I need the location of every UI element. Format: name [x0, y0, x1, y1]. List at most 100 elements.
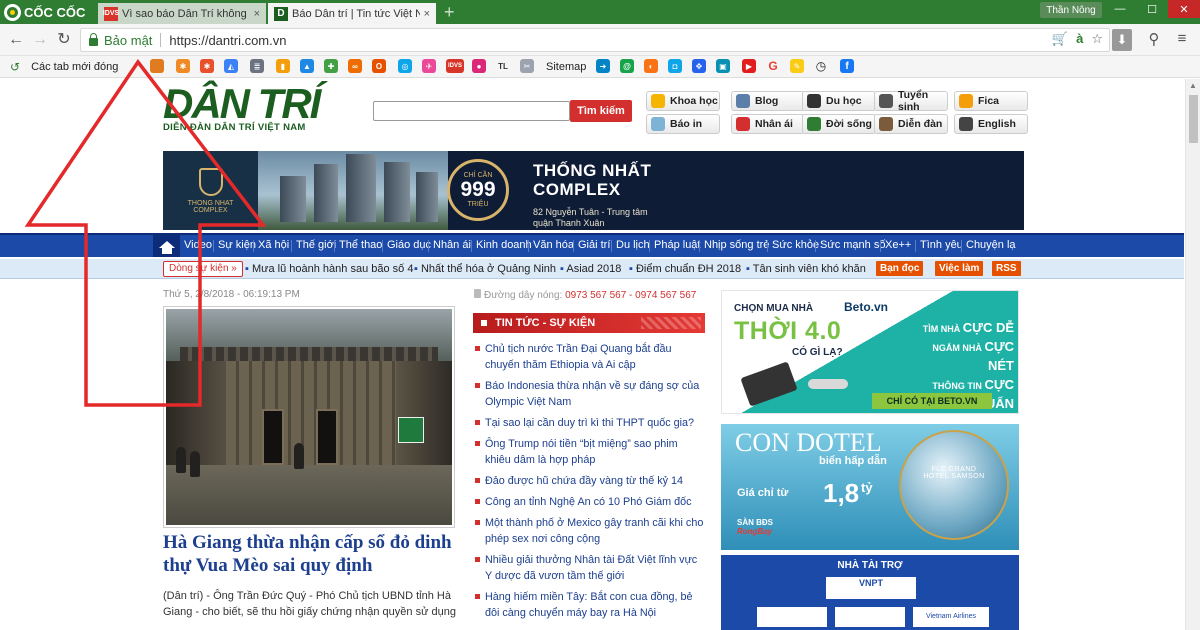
clock-icon[interactable]: ◷: [814, 59, 828, 73]
recent-tabs-bookmark[interactable]: ↺ Các tab mới đóng: [10, 59, 118, 75]
thong-nhat-banner-ad[interactable]: THONG NHAT COMPLEX CHỈ CẦN 999 TRIỆU THỐ…: [163, 151, 1024, 230]
tl-bookmark[interactable]: TL: [496, 59, 510, 73]
idvs-bookmark[interactable]: IDVS: [446, 59, 464, 73]
nav-item-entertainment[interactable]: Giải trí: [578, 235, 610, 257]
joomla-icon[interactable]: ✱: [176, 59, 190, 73]
quick-link-science[interactable]: Khoa học: [646, 91, 720, 111]
nav-item-education[interactable]: Giáo dục: [387, 235, 431, 257]
nav-item-health[interactable]: Sức khỏe: [772, 235, 819, 257]
hot-topic-link[interactable]: Asiad 2018: [560, 261, 621, 277]
scroll-up-icon[interactable]: ▲: [1189, 81, 1197, 90]
news-item[interactable]: Tại sao lại cần duy trì kì thi THPT quốc…: [474, 415, 706, 431]
nav-item-events[interactable]: Sự kiện: [218, 235, 256, 257]
news-item[interactable]: Ông Trump nói tiền “bịt miệng” sao phim …: [474, 436, 706, 468]
nav-item-business[interactable]: Kinh doanh: [476, 235, 532, 257]
bookmark-icon[interactable]: ▣: [716, 59, 730, 73]
shopping-cart-icon[interactable]: 🛒: [1052, 31, 1068, 47]
nav-item-love[interactable]: Tình yêu: [920, 235, 963, 257]
rss-button[interactable]: RSS: [992, 261, 1021, 276]
close-tab-icon[interactable]: ×: [254, 8, 260, 20]
nav-item-youth[interactable]: Nhịp sống trẻ: [704, 235, 769, 257]
news-item[interactable]: Công an tỉnh Nghệ An có 10 Phó Giám đốc: [474, 494, 706, 510]
quick-link-admissions[interactable]: Tuyển sinh: [874, 89, 948, 113]
input-method-indicator[interactable]: à: [1076, 31, 1083, 47]
analytics-icon[interactable]: ▮: [276, 59, 290, 73]
quick-link-print[interactable]: Báo in: [646, 114, 720, 134]
minimize-icon[interactable]: —: [1104, 0, 1136, 18]
readers-button[interactable]: Bạn đọc: [876, 261, 924, 276]
quick-link-english[interactable]: English: [954, 114, 1028, 134]
search-button[interactable]: Tìm kiếm: [570, 100, 632, 122]
google-icon[interactable]: G: [766, 59, 780, 73]
quick-link-blog[interactable]: Blog: [731, 91, 805, 111]
dribbble-icon[interactable]: ●: [472, 59, 486, 73]
nav-item-sports[interactable]: Thể thao: [339, 235, 382, 257]
hot-topic-link[interactable]: Nhất thể hóa ở Quảng Ninh: [414, 261, 556, 277]
events-stream-button[interactable]: Dòng sự kiện »: [163, 261, 243, 277]
news-item[interactable]: Đảo được hũ chứa đầy vàng từ thế kỷ 14: [474, 473, 706, 489]
facebook-icon[interactable]: f: [840, 59, 854, 73]
site-search-input[interactable]: [373, 101, 570, 121]
joomla-icon[interactable]: ✱: [200, 59, 214, 73]
bookmark-icon[interactable]: ✥: [692, 59, 706, 73]
hot-topic-link[interactable]: Điểm chuẩn ĐH 2018: [629, 261, 741, 277]
download-icon[interactable]: ⬇: [1112, 29, 1132, 51]
news-item[interactable]: Nhiều giải thưởng Nhân tài Đất Việt lĩnh…: [474, 552, 706, 584]
nav-item-culture[interactable]: Văn hóa: [533, 235, 574, 257]
new-tab-button[interactable]: +: [444, 3, 462, 22]
hot-topic-link[interactable]: Tân sinh viên khó khăn: [746, 261, 866, 277]
jobs-button[interactable]: Việc làm: [935, 261, 984, 276]
drive-icon[interactable]: ▲: [300, 59, 314, 73]
nav-item-cars[interactable]: Xe++: [885, 235, 911, 257]
bookmark-icon[interactable]: [150, 59, 164, 73]
condotel-ad[interactable]: FLC GRAND HOTEL SAMSON CON DOTEL biển hấ…: [721, 424, 1019, 550]
quick-link-life[interactable]: Đời sống: [802, 114, 876, 134]
quick-link-study-abroad[interactable]: Du học: [802, 91, 876, 111]
forward-arrow-icon[interactable]: →: [30, 30, 50, 50]
scroll-thumb[interactable]: [1189, 95, 1198, 143]
news-item[interactable]: Một thành phố ở Mexico gây tranh cãi khi…: [474, 515, 706, 547]
nav-item-video[interactable]: Video: [184, 235, 212, 257]
news-item[interactable]: Hàng hiếm miền Tây: Bắt con cua đồng, bẻ…: [474, 589, 706, 621]
tools-icon[interactable]: ≣: [250, 59, 264, 73]
nav-item-charity[interactable]: Nhân ái: [433, 235, 471, 257]
link-icon[interactable]: ∞: [348, 59, 362, 73]
account-icon[interactable]: ⚲: [1144, 30, 1164, 48]
adwords-icon[interactable]: ◭: [224, 59, 238, 73]
bookmark-icon[interactable]: ➜: [596, 59, 610, 73]
news-item[interactable]: Chủ tịch nước Trần Đại Quang bắt đầu chu…: [474, 341, 706, 373]
hot-topic-link[interactable]: Mưa lũ hoành hành sau bão số 4: [245, 261, 413, 277]
tab-dantri[interactable]: D Báo Dân trí | Tin tức Việt N ×: [268, 3, 436, 24]
beto-ad[interactable]: CHỌN MUA NHÀ THỜI 4.0 CÓ GÌ LẠ? Beto.vn …: [721, 290, 1019, 414]
coccoc-logo[interactable]: CỐC CỐC: [0, 0, 98, 24]
nav-item-world[interactable]: Thế giới: [296, 235, 336, 257]
nav-item-digital[interactable]: Sức mạnh số: [820, 235, 885, 257]
bookmark-icon[interactable]: ✂: [520, 59, 534, 73]
close-window-icon[interactable]: ✕: [1168, 0, 1200, 18]
site-logo[interactable]: DÂN TRÍ DIỄN ĐÀN DÂN TRÍ VIỆT NAM: [163, 83, 323, 134]
quick-link-forum[interactable]: Diễn đàn: [874, 114, 948, 134]
bookmark-icon[interactable]: ✎: [790, 59, 804, 73]
menu-icon[interactable]: ≡: [1172, 30, 1192, 47]
page-scrollbar[interactable]: ▲: [1185, 79, 1200, 630]
address-bar[interactable]: Bảo mật https://dantri.com.vn 🛒 à ☆: [80, 28, 1110, 52]
vnpt-logo[interactable]: VNPT: [826, 577, 916, 599]
bookmark-icon[interactable]: O: [372, 59, 386, 73]
article-headline[interactable]: Hà Giang thừa nhận cấp sổ đỏ dinh thự Vu…: [163, 531, 463, 577]
quick-link-fica[interactable]: Fica: [954, 91, 1028, 111]
news-section-header[interactable]: TIN TỨC - SỰ KIỆN: [473, 313, 705, 333]
bookmark-icon[interactable]: ◎: [398, 59, 412, 73]
security-label[interactable]: Bảo mật: [104, 33, 152, 48]
close-tab-icon[interactable]: ×: [424, 8, 430, 20]
nav-item-strange[interactable]: Chuyện lạ: [966, 235, 1016, 257]
nav-item-law[interactable]: Pháp luật: [654, 235, 700, 257]
url-text[interactable]: https://dantri.com.vn: [169, 33, 286, 48]
sitemap-bookmark[interactable]: Sitemap: [546, 59, 586, 75]
bookmark-icon[interactable]: ◐: [644, 59, 658, 73]
star-icon[interactable]: ☆: [1091, 31, 1103, 47]
news-item[interactable]: Báo Indonesia thừa nhận về sự đáng sợ củ…: [474, 378, 706, 410]
hero-image[interactable]: [163, 306, 455, 528]
quick-link-charity[interactable]: Nhân ái: [731, 114, 805, 134]
tab-idvs[interactable]: IDVS Vì sao báo Dân Trí không ×: [98, 3, 266, 24]
sponsor-logo[interactable]: [835, 607, 905, 627]
